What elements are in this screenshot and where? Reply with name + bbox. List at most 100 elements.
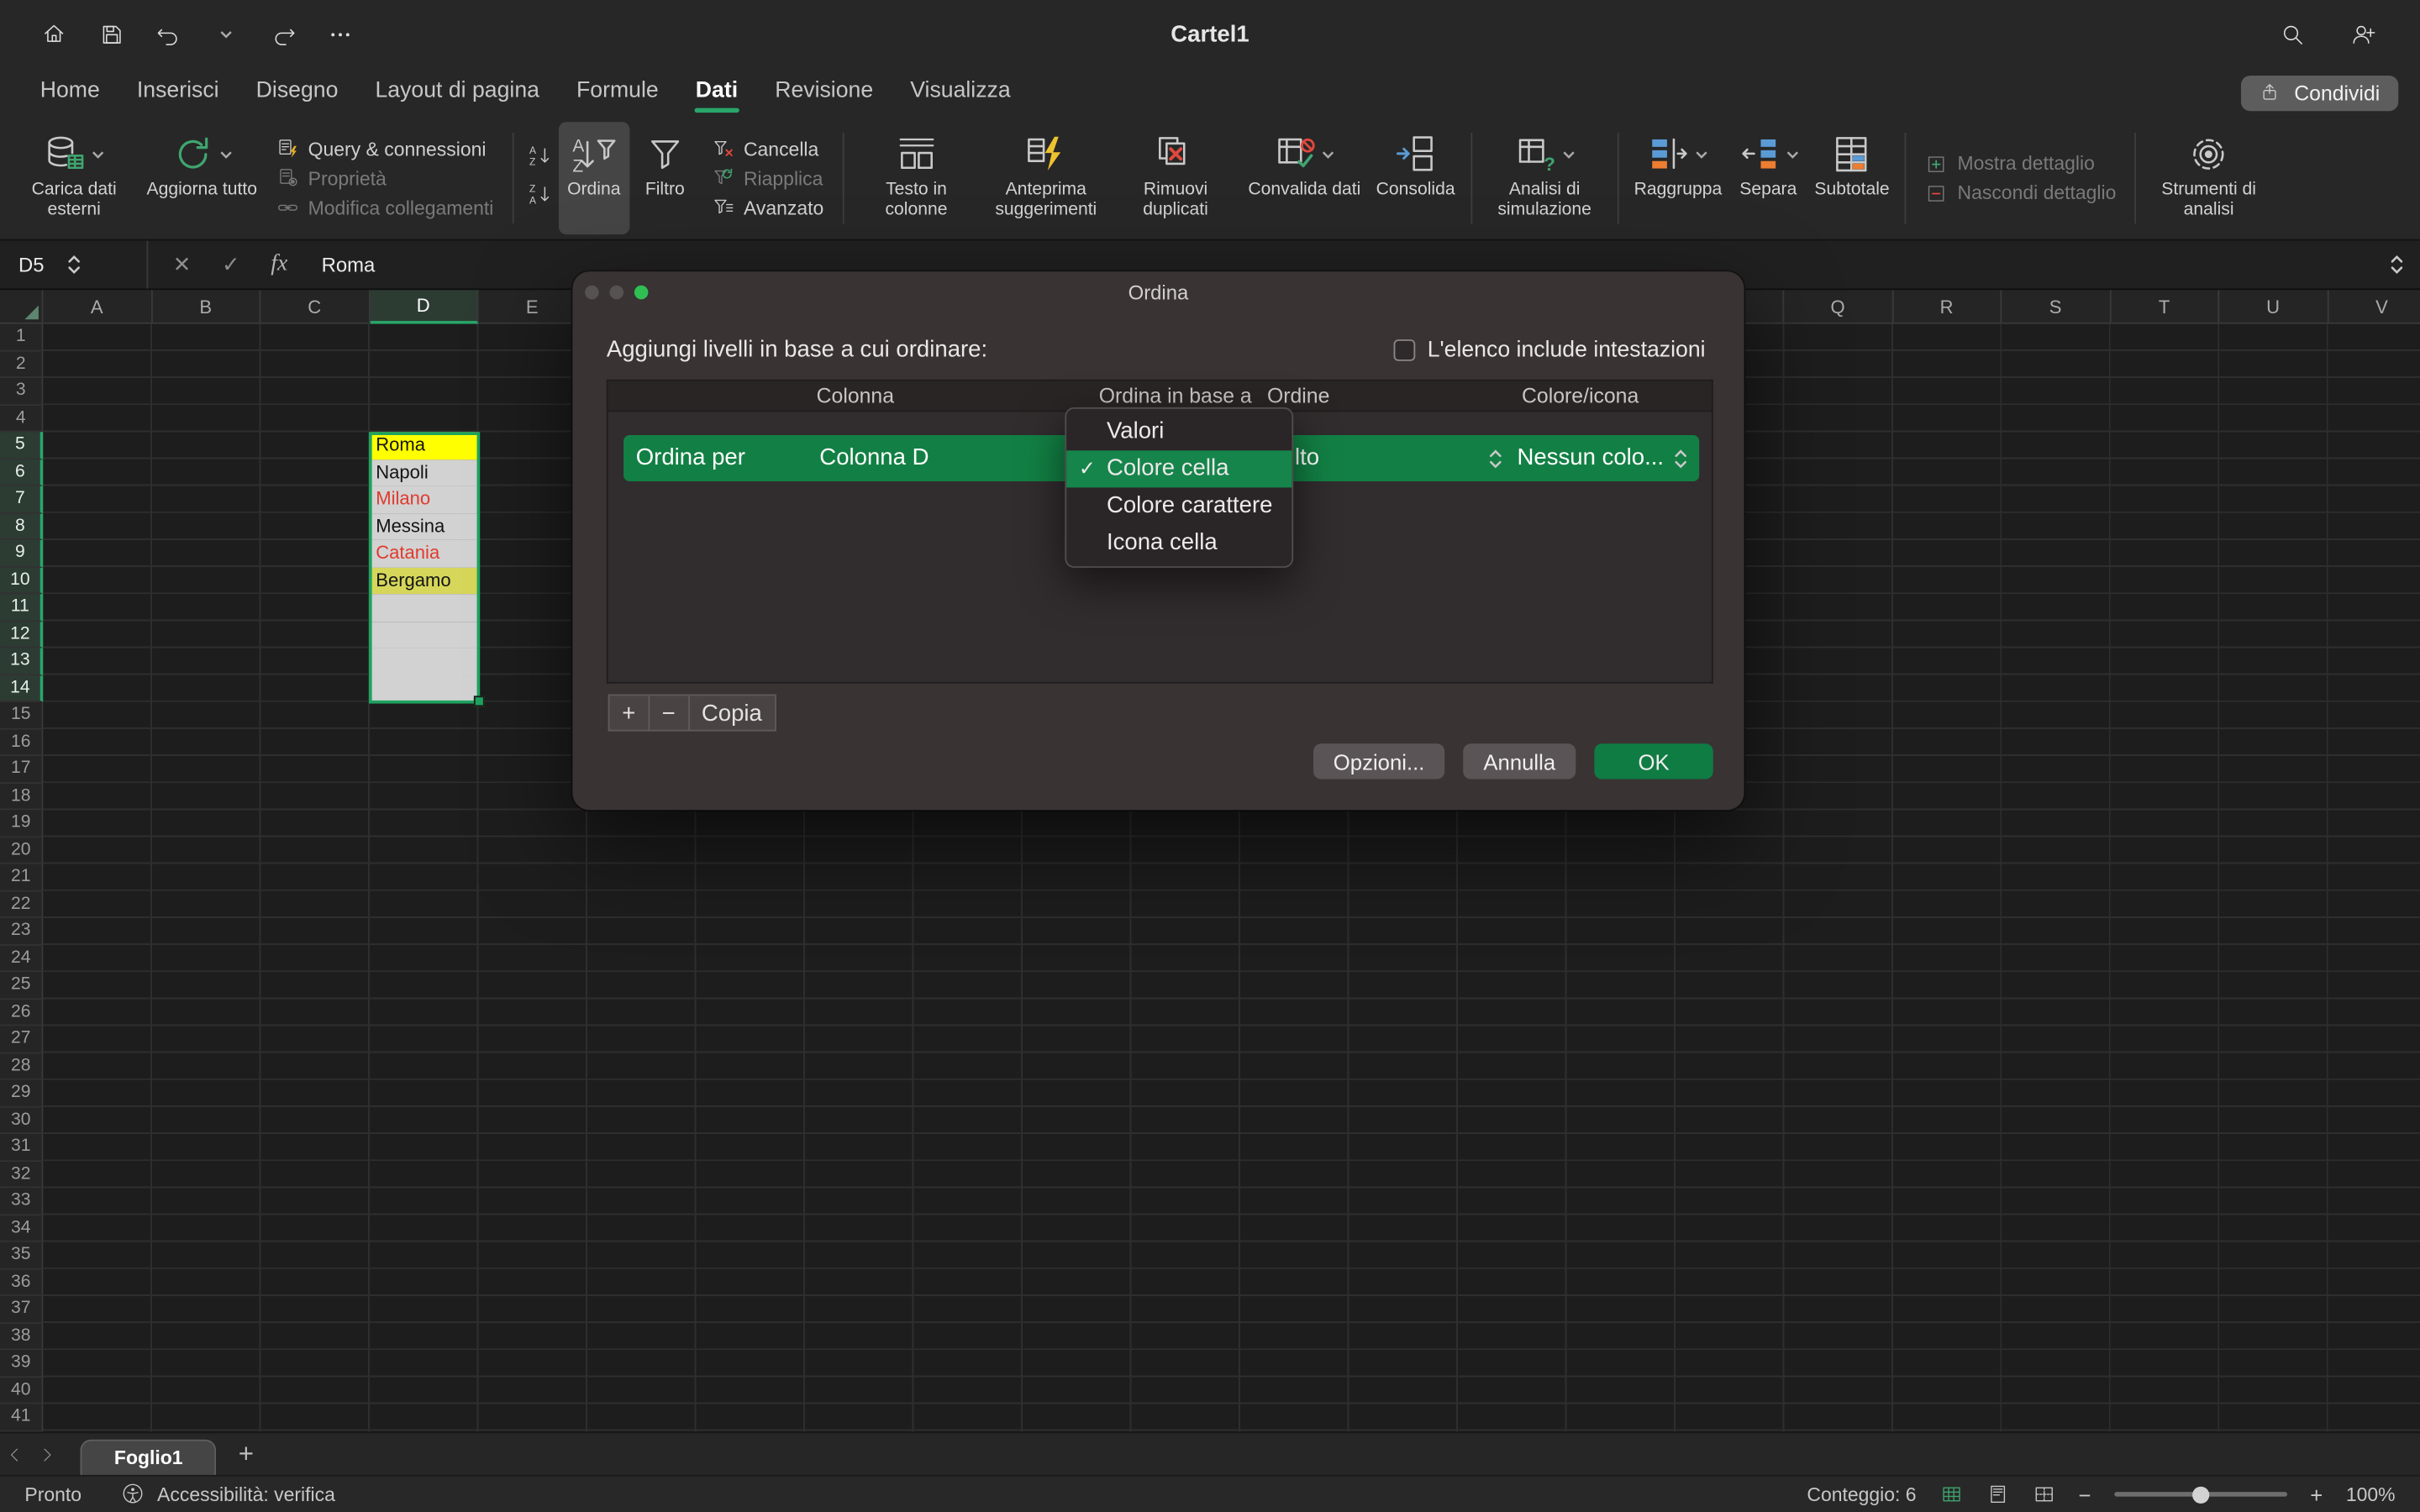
menu-item-valori[interactable]: Valori (1066, 413, 1292, 450)
column-header-E[interactable]: E (478, 290, 587, 323)
ribbon-avanzato[interactable]: Avanzato (711, 196, 823, 219)
zoom-out-button[interactable]: − (2078, 1482, 2091, 1506)
row-header-15[interactable]: 15 (0, 702, 43, 729)
name-box[interactable]: D5 (0, 241, 148, 289)
insert-function-icon[interactable]: fx (271, 251, 287, 277)
cancel-entry-icon[interactable]: ✕ (173, 251, 192, 277)
row-header-29[interactable]: 29 (0, 1080, 43, 1107)
row-header-9[interactable]: 9 (0, 540, 43, 567)
ribbon-anteprima-suggerimenti[interactable]: Anteprima suggerimenti (981, 122, 1111, 234)
row-header-16[interactable]: 16 (0, 729, 43, 756)
ribbon-analisi-di-simulazione[interactable]: ?Analisi di simulazione (1480, 122, 1609, 234)
share-button[interactable]: Condividi (2242, 75, 2398, 110)
row-header-5[interactable]: 5 (0, 432, 43, 459)
ribbon-subtotale[interactable]: Subtotale (1807, 122, 1897, 234)
home-icon[interactable] (34, 14, 74, 55)
menu-item-colore-carattere[interactable]: Colore carattere (1066, 487, 1292, 524)
row-header-20[interactable]: 20 (0, 837, 43, 864)
accessibility-label[interactable]: Accessibilità: verifica (157, 1483, 335, 1505)
ribbon-filtro[interactable]: Filtro (629, 122, 700, 234)
save-icon[interactable] (91, 14, 131, 55)
cell-D14[interactable] (370, 675, 478, 702)
name-box-stepper-icon[interactable] (66, 253, 81, 276)
ok-button[interactable]: OK (1594, 743, 1712, 779)
cell-D6[interactable]: Napoli (370, 459, 478, 486)
tab-disegno[interactable]: Disegno (238, 71, 357, 113)
row-header-13[interactable]: 13 (0, 648, 43, 675)
remove-level-button[interactable]: − (648, 695, 689, 732)
column-header-Q[interactable]: Q (1784, 290, 1892, 323)
column-header-R[interactable]: R (1893, 290, 2002, 323)
ribbon-nascondi-dettaglio[interactable]: Nascondi dettaglio (1925, 181, 2116, 205)
column-select[interactable]: Colonna D (819, 435, 929, 481)
zoom-slider-thumb[interactable] (2192, 1486, 2209, 1503)
row-header-14[interactable]: 14 (0, 675, 43, 702)
ribbon-separa[interactable]: Separa (1729, 122, 1807, 234)
row-header-4[interactable]: 4 (0, 405, 43, 432)
menu-item-icona-cella[interactable]: Icona cella (1066, 524, 1292, 561)
row-header-25[interactable]: 25 (0, 972, 43, 999)
confirm-entry-icon[interactable]: ✓ (222, 251, 240, 277)
undo-icon[interactable] (148, 14, 188, 55)
tab-visualizza[interactable]: Visualizza (892, 71, 1029, 113)
color-select[interactable]: Nessun colo... (1518, 435, 1665, 481)
row-header-6[interactable]: 6 (0, 459, 43, 486)
zoom-in-button[interactable]: + (2310, 1482, 2323, 1506)
share-user-icon[interactable] (2343, 14, 2383, 55)
ribbon-testo-in-colonne[interactable]: Testo in colonne (851, 122, 981, 234)
row-header-17[interactable]: 17 (0, 756, 43, 783)
row-header-24[interactable]: 24 (0, 945, 43, 972)
ribbon-raggruppa[interactable]: Raggruppa (1626, 122, 1729, 234)
sort-descending-button[interactable]: ZA (528, 181, 552, 214)
next-sheet-icon[interactable] (31, 1445, 62, 1463)
zoom-percent[interactable]: 100% (2346, 1483, 2396, 1505)
undo-chevron-icon[interactable] (205, 14, 245, 55)
cell-D10[interactable]: Bergamo (370, 567, 478, 594)
row-header-30[interactable]: 30 (0, 1107, 43, 1134)
cancel-button[interactable]: Annulla (1463, 743, 1576, 779)
row-header-23[interactable]: 23 (0, 918, 43, 945)
row-header-39[interactable]: 39 (0, 1350, 43, 1377)
tab-formule[interactable]: Formule (558, 71, 677, 113)
row-header-10[interactable]: 10 (0, 567, 43, 594)
select-all-corner[interactable] (0, 290, 43, 323)
tab-inserisci[interactable]: Inserisci (118, 71, 238, 113)
row-header-26[interactable]: 26 (0, 999, 43, 1026)
ribbon-convalida-dati[interactable]: Convalida dati (1240, 122, 1368, 234)
options-button[interactable]: Opzioni... (1313, 743, 1444, 779)
row-header-28[interactable]: 28 (0, 1053, 43, 1080)
column-header-C[interactable]: C (260, 290, 369, 323)
sheet-tab-foglio1[interactable]: Foglio1 (81, 1439, 217, 1476)
ribbon-cancella[interactable]: Cancella (711, 137, 823, 160)
search-icon[interactable] (2272, 14, 2312, 55)
copy-level-button[interactable]: Copia (687, 695, 776, 732)
row-header-40[interactable]: 40 (0, 1377, 43, 1404)
ribbon-consolida[interactable]: Consolida (1368, 122, 1462, 234)
ribbon-aggiorna-tutto[interactable]: Aggiorna tutto (139, 122, 265, 234)
cell-D12[interactable] (370, 621, 478, 648)
row-header-33[interactable]: 33 (0, 1188, 43, 1215)
tab-layout-di-pagina[interactable]: Layout di pagina (356, 71, 558, 113)
row-header-21[interactable]: 21 (0, 864, 43, 891)
cell-D9[interactable]: Catania (370, 540, 478, 567)
tab-home[interactable]: Home (22, 71, 118, 113)
row-header-2[interactable]: 2 (0, 351, 43, 378)
cell-D7[interactable]: Milano (370, 486, 478, 513)
row-header-8[interactable]: 8 (0, 513, 43, 540)
accessibility-icon[interactable] (122, 1483, 145, 1506)
zoom-slider[interactable] (2114, 1492, 2287, 1497)
color-stepper-icon[interactable] (1673, 448, 1688, 471)
tab-revisione[interactable]: Revisione (756, 71, 892, 113)
row-header-31[interactable]: 31 (0, 1134, 43, 1161)
ribbon-propriet[interactable]: Proprietà (276, 166, 493, 190)
prev-sheet-icon[interactable] (0, 1445, 31, 1463)
minimize-dot-icon[interactable] (610, 286, 624, 300)
ribbon-rimuovi-duplicati[interactable]: Rimuovi duplicati (1111, 122, 1240, 234)
close-dot-icon[interactable] (585, 286, 599, 300)
add-level-button[interactable]: + (608, 695, 650, 732)
column-header-T[interactable]: T (2111, 290, 2219, 323)
redo-icon[interactable] (262, 14, 302, 55)
column-header-D[interactable]: D (370, 290, 478, 323)
row-header-11[interactable]: 11 (0, 594, 43, 621)
row-header-41[interactable]: 41 (0, 1404, 43, 1431)
